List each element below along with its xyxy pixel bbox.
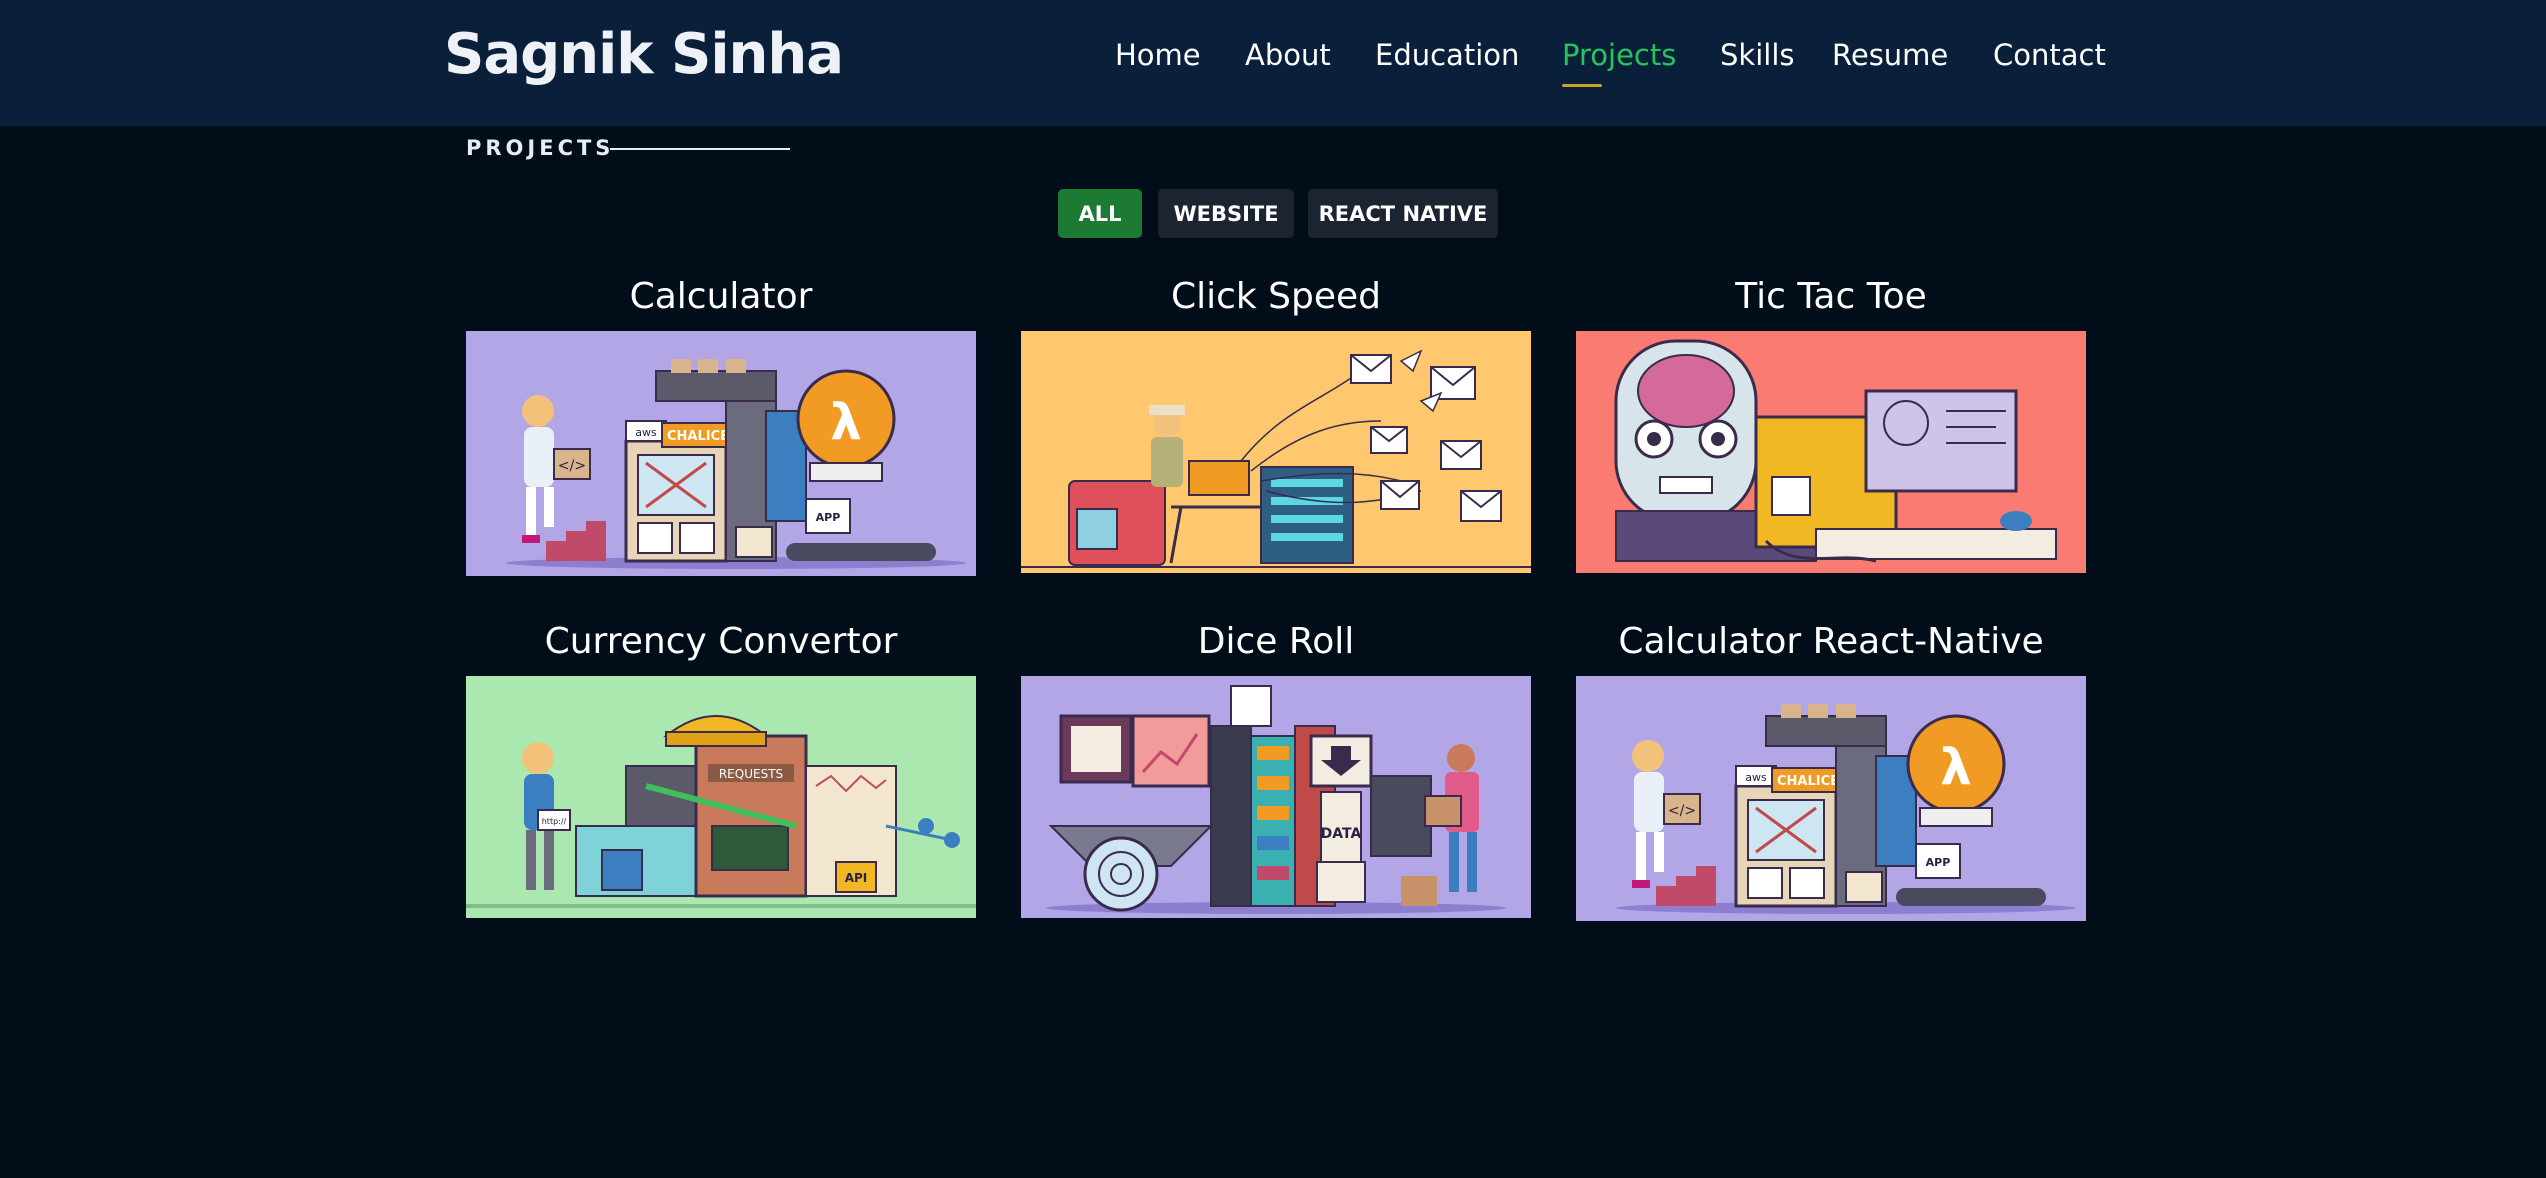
section-title: PROJECTS [466, 136, 615, 160]
project-title[interactable]: Tic Tac Toe [1576, 276, 2086, 317]
svg-text:CHALICE: CHALICE [1777, 774, 1839, 789]
site-header: Sagnik Sinha Home About Education Projec… [0, 0, 2546, 126]
project-image[interactable] [1021, 331, 1531, 573]
svg-text:CHALICE: CHALICE [667, 429, 729, 444]
nav-education[interactable]: Education [1375, 38, 1519, 72]
svg-text:</>: </> [1668, 803, 1696, 819]
project-title[interactable]: Calculator [466, 276, 976, 317]
nav-projects[interactable]: Projects [1562, 38, 1676, 72]
project-image[interactable]: http:// REQUESTS API [466, 676, 976, 918]
svg-text:</>: </> [558, 458, 586, 474]
project-title[interactable]: Calculator React-Native [1576, 621, 2086, 662]
nav-resume[interactable]: Resume [1832, 38, 1948, 72]
svg-text:λ: λ [1940, 738, 1972, 796]
svg-text:aws: aws [1745, 771, 1767, 784]
svg-text:λ: λ [830, 393, 862, 451]
filter-react-native-button[interactable]: REACT NATIVE [1308, 189, 1498, 238]
project-image[interactable] [1576, 331, 2086, 573]
filter-all-button[interactable]: ALL [1058, 189, 1142, 238]
nav-contact[interactable]: Contact [1993, 38, 2106, 72]
nav-home[interactable]: Home [1115, 38, 1201, 72]
svg-text:aws: aws [635, 426, 657, 439]
project-title[interactable]: Currency Convertor [466, 621, 976, 662]
svg-text:API: API [845, 871, 868, 885]
section-title-line [610, 148, 790, 150]
nav-skills[interactable]: Skills [1720, 38, 1794, 72]
svg-text:http://: http:// [542, 817, 567, 826]
project-title[interactable]: Click Speed [1021, 276, 1531, 317]
svg-text:APP: APP [1926, 856, 1951, 869]
nav-about[interactable]: About [1245, 38, 1331, 72]
project-title[interactable]: Dice Roll [1021, 621, 1531, 662]
project-image[interactable]: </> aws CHALICE λ APP [1576, 676, 2086, 921]
project-image[interactable]: DATA [1021, 676, 1531, 918]
filter-website-button[interactable]: WEBSITE [1158, 189, 1294, 238]
svg-text:DATA: DATA [1321, 826, 1362, 842]
svg-text:REQUESTS: REQUESTS [719, 767, 783, 781]
active-nav-underline [1562, 84, 1602, 87]
brand-logo[interactable]: Sagnik Sinha [444, 22, 844, 87]
svg-text:APP: APP [816, 511, 841, 524]
project-image[interactable]: </> aws CHALICE λ APP [466, 331, 976, 576]
